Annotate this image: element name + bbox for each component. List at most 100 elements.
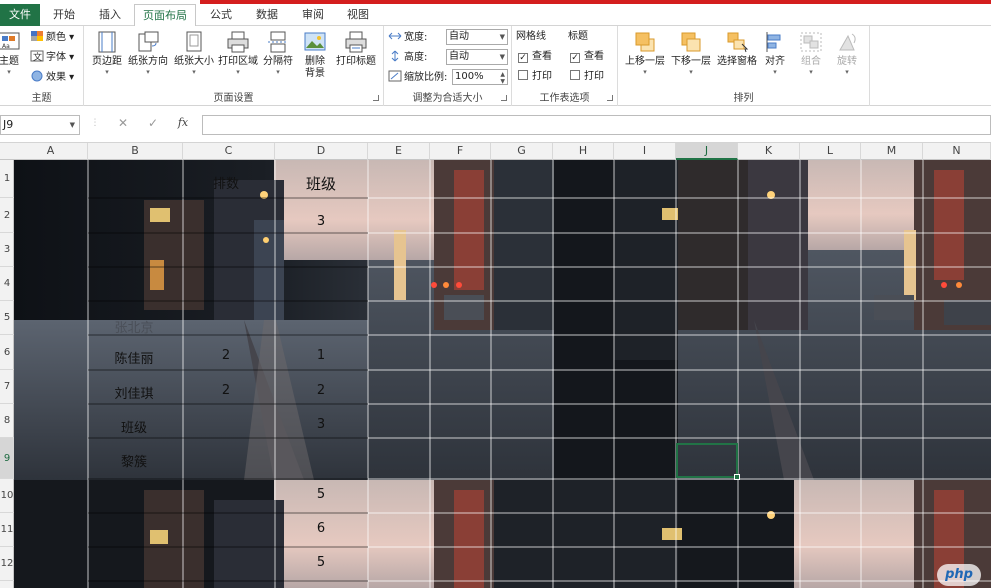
selection-pane-button[interactable]: 选择窗格 <box>714 30 760 68</box>
height-select-value: 自动 <box>449 51 469 62</box>
column-header-A[interactable]: A <box>14 143 88 160</box>
cell-B9[interactable]: 黎簇 <box>88 451 180 470</box>
column-header-C[interactable]: C <box>183 143 275 160</box>
themes-icon: Aa <box>0 32 20 50</box>
row-header-9[interactable]: 9 <box>0 438 14 479</box>
tab-home[interactable]: 开始 <box>44 4 84 26</box>
page-setup-launcher-icon[interactable] <box>373 95 379 101</box>
cell-B6[interactable]: 陈佳丽 <box>88 348 180 367</box>
headings-view-checkbox[interactable]: ✓ 查看 <box>570 50 604 64</box>
group-objects-button[interactable]: 组合 ▾ <box>794 30 828 76</box>
cell-C6[interactable]: 2 <box>183 348 269 363</box>
name-box[interactable]: J9 ▼ <box>0 115 80 135</box>
cell-C7[interactable]: 2 <box>183 383 269 398</box>
themes-button[interactable]: Aa 主题 ▾ <box>0 30 24 76</box>
svg-text:文: 文 <box>33 51 42 62</box>
cancel-icon[interactable]: ✕ <box>114 116 132 130</box>
margins-button[interactable]: 页边距 ▾ <box>90 30 124 76</box>
enter-icon[interactable]: ✓ <box>144 116 162 130</box>
row-header-7[interactable]: 7 <box>0 370 14 404</box>
row-header-11[interactable]: 11 <box>0 513 14 547</box>
sheet-options-launcher-icon[interactable] <box>607 95 613 101</box>
send-backward-icon <box>681 32 701 52</box>
gridlines-view-checkbox[interactable]: ✓ 查看 <box>518 50 552 64</box>
theme-effects-button[interactable]: 效果 ▾ <box>30 70 74 85</box>
scale-label-row: 缩放比例: <box>388 70 447 85</box>
cell-B5[interactable]: 张北京 <box>88 317 180 336</box>
formula-bar-grip-icon[interactable]: ⋮ <box>86 118 104 128</box>
breaks-button[interactable]: 分隔符 ▾ <box>260 30 296 76</box>
tab-formulas[interactable]: 公式 <box>202 4 240 26</box>
arrange-group: 上移一层 ▾ 下移一层 ▾ 选择窗格 对齐 ▾ 组合 ▾ 旋转 ▾ 排列 <box>618 26 870 106</box>
gridlines-print-checkbox[interactable]: 打印 <box>518 70 552 84</box>
cell-B8[interactable]: 班级 <box>88 417 180 436</box>
column-header-H[interactable]: H <box>553 143 614 160</box>
height-icon <box>391 50 399 62</box>
tab-view[interactable]: 视图 <box>340 4 376 26</box>
tab-data[interactable]: 数据 <box>248 4 286 26</box>
row-header-8[interactable]: 8 <box>0 404 14 438</box>
cell-D6[interactable]: 1 <box>275 348 367 363</box>
headings-print-checkbox[interactable]: 打印 <box>570 70 604 84</box>
selected-cell-J9[interactable] <box>676 443 740 480</box>
cell-D10[interactable]: 5 <box>275 487 367 502</box>
theme-fonts-button[interactable]: 文字体 ▾ <box>30 50 74 65</box>
color-palette-icon <box>31 31 43 41</box>
column-header-E[interactable]: E <box>368 143 430 160</box>
row-header-3[interactable]: 3 <box>0 233 14 267</box>
delete-background-button[interactable]: 删除背景 <box>298 30 332 80</box>
orientation-button[interactable]: 纸张方向 ▾ <box>126 30 170 76</box>
paper-size-button[interactable]: 纸张大小 ▾ <box>172 30 216 76</box>
print-titles-button[interactable]: 打印标题 <box>334 30 378 68</box>
row-header-4[interactable]: 4 <box>0 267 14 301</box>
cell-D1[interactable]: 班级 <box>275 173 367 194</box>
column-header-K[interactable]: K <box>738 143 800 160</box>
insert-function-button[interactable]: fx <box>174 116 192 129</box>
rotate-button[interactable]: 旋转 ▾ <box>830 30 864 76</box>
scale-launcher-icon[interactable] <box>501 95 507 101</box>
spin-arrows-icon[interactable]: ▲ ▼ <box>500 71 505 85</box>
column-header-L[interactable]: L <box>800 143 861 160</box>
send-backward-button[interactable]: 下移一层 ▾ <box>668 30 714 76</box>
scale-stepper[interactable]: 100% ▲ ▼ <box>452 69 508 85</box>
cell-D12[interactable]: 5 <box>275 555 367 570</box>
theme-colors-button[interactable]: 颜色 ▾ <box>30 30 74 45</box>
tab-insert[interactable]: 插入 <box>90 4 130 26</box>
column-header-M[interactable]: M <box>861 143 923 160</box>
row-header-2[interactable]: 2 <box>0 198 14 233</box>
row-header-6[interactable]: 6 <box>0 335 14 370</box>
tab-file[interactable]: 文件 <box>0 4 40 26</box>
formula-input[interactable] <box>202 115 991 135</box>
row-header-12[interactable]: 12 <box>0 547 14 581</box>
bring-forward-button[interactable]: 上移一层 ▾ <box>622 30 668 76</box>
align-button[interactable]: 对齐 ▾ <box>760 30 790 76</box>
cell-B7[interactable]: 刘佳琪 <box>88 383 180 402</box>
tab-review[interactable]: 审阅 <box>294 4 332 26</box>
column-header-J[interactable]: J <box>676 143 738 160</box>
column-header-N[interactable]: N <box>923 143 991 160</box>
print-area-button[interactable]: 打印区域 ▾ <box>216 30 260 76</box>
cell-D7[interactable]: 2 <box>275 383 367 398</box>
cell-C1[interactable]: 排数 <box>183 173 269 192</box>
row-header-5[interactable]: 5 <box>0 301 14 335</box>
width-select[interactable]: 自动 ▼ <box>446 29 508 45</box>
fill-handle[interactable] <box>734 474 740 480</box>
row-header-10[interactable]: 10 <box>0 479 14 513</box>
height-label: 高度: <box>404 52 428 63</box>
cell-D8[interactable]: 3 <box>275 417 367 432</box>
cell-D11[interactable]: 6 <box>275 521 367 536</box>
height-select[interactable]: 自动 ▼ <box>446 49 508 65</box>
headings-heading: 标题 <box>568 31 588 42</box>
width-icon <box>388 32 402 40</box>
cell-D2[interactable]: 3 <box>275 214 367 229</box>
column-header-I[interactable]: I <box>614 143 676 160</box>
margins-icon <box>98 31 116 53</box>
tab-page-layout[interactable]: 页面布局 <box>134 4 196 27</box>
column-header-F[interactable]: F <box>430 143 491 160</box>
arrange-group-label: 排列 <box>733 93 754 104</box>
width-label: 宽度: <box>404 32 428 43</box>
row-header-1[interactable]: 1 <box>0 160 14 198</box>
column-header-G[interactable]: G <box>491 143 553 160</box>
column-header-D[interactable]: D <box>275 143 368 160</box>
column-header-B[interactable]: B <box>88 143 183 160</box>
